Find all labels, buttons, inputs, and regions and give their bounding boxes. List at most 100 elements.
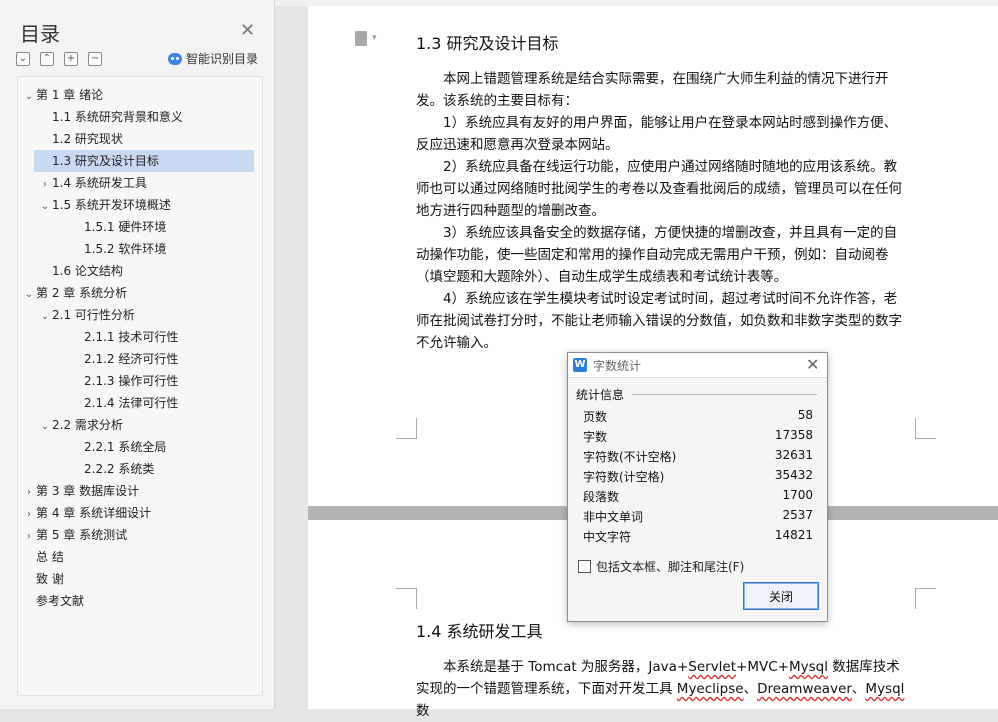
toc-item[interactable]: 1.1 系统研究背景和意义: [18, 106, 258, 128]
body-paragraph: 4）系统应该在学生模块考试时设定考试时间，超过考试时间不允许作答，老师在批阅试卷…: [416, 291, 902, 351]
toc-item[interactable]: 2.2.1 系统全局: [18, 436, 258, 458]
chevron-right-icon[interactable]: ›: [38, 174, 52, 196]
chevron-down-icon[interactable]: ⌄: [38, 306, 52, 328]
toc-item[interactable]: 2.1.3 操作可行性: [18, 370, 258, 392]
stat-value: 14821: [774, 528, 813, 542]
chevron-right-icon[interactable]: ›: [22, 482, 36, 504]
stat-value: 17358: [774, 428, 813, 442]
remove-level-icon[interactable]: −: [88, 52, 102, 66]
add-level-icon[interactable]: +: [64, 52, 78, 66]
sidebar-toolbar: ⌄ ⌃ + −: [16, 52, 102, 66]
body-text: +MVC+: [736, 659, 789, 675]
toc-item[interactable]: 2.1.2 经济可行性: [18, 348, 258, 370]
smart-toc-button[interactable]: 智能识别目录: [168, 50, 258, 67]
stat-label: 字数: [583, 430, 608, 444]
section-1-4-body: 本系统是基于 Tomcat 为服务器，Java+Servlet+MVC+Mysq…: [416, 656, 908, 722]
stat-value: 1700: [782, 488, 813, 502]
checkbox-label: 包括文本框、脚注和尾注(F): [596, 560, 745, 574]
body-text: 、: [743, 681, 758, 697]
stat-row: 段落数 1700: [583, 488, 813, 508]
toc-item[interactable]: 2.1.4 法律可行性: [18, 392, 258, 414]
toc-item[interactable]: 2.1.1 技术可行性: [18, 326, 258, 348]
toc-item-label: 2.1 可行性分析: [52, 308, 135, 322]
stat-label: 中文字符: [583, 530, 632, 544]
collapse-all-icon[interactable]: ⌄: [16, 52, 30, 66]
toc-item-label: 2.2 需求分析: [52, 418, 123, 432]
toc-item-label: 2.2.2 系统类: [84, 462, 155, 476]
dialog-close-icon[interactable]: ✕: [806, 355, 819, 374]
stats-section-label: 统计信息: [576, 388, 625, 402]
close-button[interactable]: 关闭: [743, 582, 819, 610]
toc-item[interactable]: 致 谢: [18, 568, 258, 590]
toc-item[interactable]: 2.2.2 系统类: [18, 458, 258, 480]
section-divider: [632, 394, 817, 395]
toc-item[interactable]: ⌄ 第 2 章 系统分析: [18, 282, 258, 304]
toc-item[interactable]: 参考文献: [18, 590, 258, 612]
chevron-down-icon[interactable]: ⌄: [22, 284, 36, 306]
toc-item-label: 1.5.1 硬件环境: [84, 220, 167, 234]
stat-value: 35432: [774, 468, 813, 482]
document-icon[interactable]: [355, 31, 367, 46]
toc-item[interactable]: ⌄ 2.2 需求分析: [18, 414, 258, 436]
toc-item-label: 第 1 章 绪论: [36, 88, 104, 102]
toc-item-label: 第 3 章 数据库设计: [36, 484, 140, 498]
spellcheck-word: Mysql: [788, 659, 828, 675]
section-heading-1-4: 1.4 系统研发工具: [416, 622, 543, 641]
expand-all-icon[interactable]: ⌃: [40, 52, 54, 66]
toc-item-label: 第 4 章 系统详细设计: [36, 506, 152, 520]
toc-item-label: 1.6 论文结构: [52, 264, 123, 278]
body-paragraph: 1）系统应具有友好的用户界面，能够让用户在登录本网站时感到操作方便、反应迅速和愿…: [416, 115, 898, 153]
sidebar-close-icon[interactable]: ✕: [240, 20, 255, 41]
toc-item[interactable]: 1.3 研究及设计目标: [34, 150, 254, 172]
body-text: 数: [416, 703, 430, 719]
toc-item-label: 致 谢: [36, 572, 64, 586]
robot-icon: [168, 52, 182, 65]
include-textbox-checkbox[interactable]: 包括文本框、脚注和尾注(F): [578, 558, 744, 575]
stat-value: 2537: [782, 508, 813, 522]
toc-item[interactable]: › 第 5 章 系统测试: [18, 524, 258, 546]
spellcheck-word: Servlet: [688, 659, 737, 675]
chevron-right-icon[interactable]: ›: [22, 504, 36, 526]
stat-row: 非中文单词 2537: [583, 508, 813, 528]
toc-item-label: 第 5 章 系统测试: [36, 528, 128, 542]
toc-item[interactable]: ⌄ 1.5 系统开发环境概述: [18, 194, 258, 216]
toc-item-label: 1.5 系统开发环境概述: [52, 198, 171, 212]
toc-item-label: 1.3 研究及设计目标: [52, 154, 159, 168]
toc-item-label: 1.5.2 软件环境: [84, 242, 167, 256]
chevron-down-icon[interactable]: ⌄: [22, 86, 36, 108]
stat-value: 32631: [774, 448, 813, 462]
sidebar-title: 目录: [20, 22, 60, 46]
toc-item[interactable]: 总 结: [18, 546, 258, 568]
toc-list: ⌄ 第 1 章 绪论 1.1 系统研究背景和意义 1.2 研究现状 1.3 研究及设计目…: [17, 76, 263, 696]
toc-item-label: 2.1.2 经济可行性: [84, 352, 179, 366]
toc-item[interactable]: 1.5.2 软件环境: [18, 238, 258, 260]
spellcheck-word: Dreamweaver: [757, 681, 852, 697]
toc-item[interactable]: 1.5.1 硬件环境: [18, 216, 258, 238]
toc-item-label: 2.1.1 技术可行性: [84, 330, 179, 344]
toc-item[interactable]: › 第 4 章 系统详细设计: [18, 502, 258, 524]
chevron-right-icon[interactable]: ›: [22, 526, 36, 548]
toc-item[interactable]: › 1.4 系统研发工具: [18, 172, 258, 194]
chevron-down-icon[interactable]: ▾: [372, 33, 377, 43]
checkbox-box[interactable]: [578, 560, 591, 573]
toc-item-label: 2.1.3 操作可行性: [84, 374, 179, 388]
toc-item[interactable]: 1.6 论文结构: [18, 260, 258, 282]
chevron-down-icon[interactable]: ⌄: [38, 196, 52, 218]
toc-item[interactable]: › 第 3 章 数据库设计: [18, 480, 258, 502]
toc-item[interactable]: ⌄ 2.1 可行性分析: [18, 304, 258, 326]
margin-mark: [396, 418, 417, 439]
body-paragraph: 2）系统应具备在线运行功能，应使用户通过网络随时随地的应用该系统。教师也可以通过…: [416, 159, 902, 219]
toc-item[interactable]: 1.2 研究现状: [18, 128, 258, 150]
stat-row: 字符数(计空格) 35432: [583, 468, 813, 488]
stat-row: 字符数(不计空格) 32631: [583, 448, 813, 468]
margin-mark: [915, 588, 936, 609]
toc-item-label: 参考文献: [36, 594, 85, 608]
stat-label: 页数: [583, 410, 608, 424]
body-paragraph: 3）系统应该具备安全的数据存储，方便快捷的增删改查，并且具有一定的自动操作功能，…: [416, 225, 898, 285]
chevron-down-icon[interactable]: ⌄: [38, 416, 52, 438]
word-count-dialog: W 字数统计 ✕ 统计信息 页数 58 字数 17358 字符数(不计空格) 32631 字…: [567, 352, 828, 622]
section-heading-1-3: 1.3 研究及设计目标: [416, 34, 559, 53]
toc-item[interactable]: ⌄ 第 1 章 绪论: [18, 84, 258, 106]
toc-item-label: 2.2.1 系统全局: [84, 440, 167, 454]
wps-logo-icon: W: [573, 358, 587, 372]
